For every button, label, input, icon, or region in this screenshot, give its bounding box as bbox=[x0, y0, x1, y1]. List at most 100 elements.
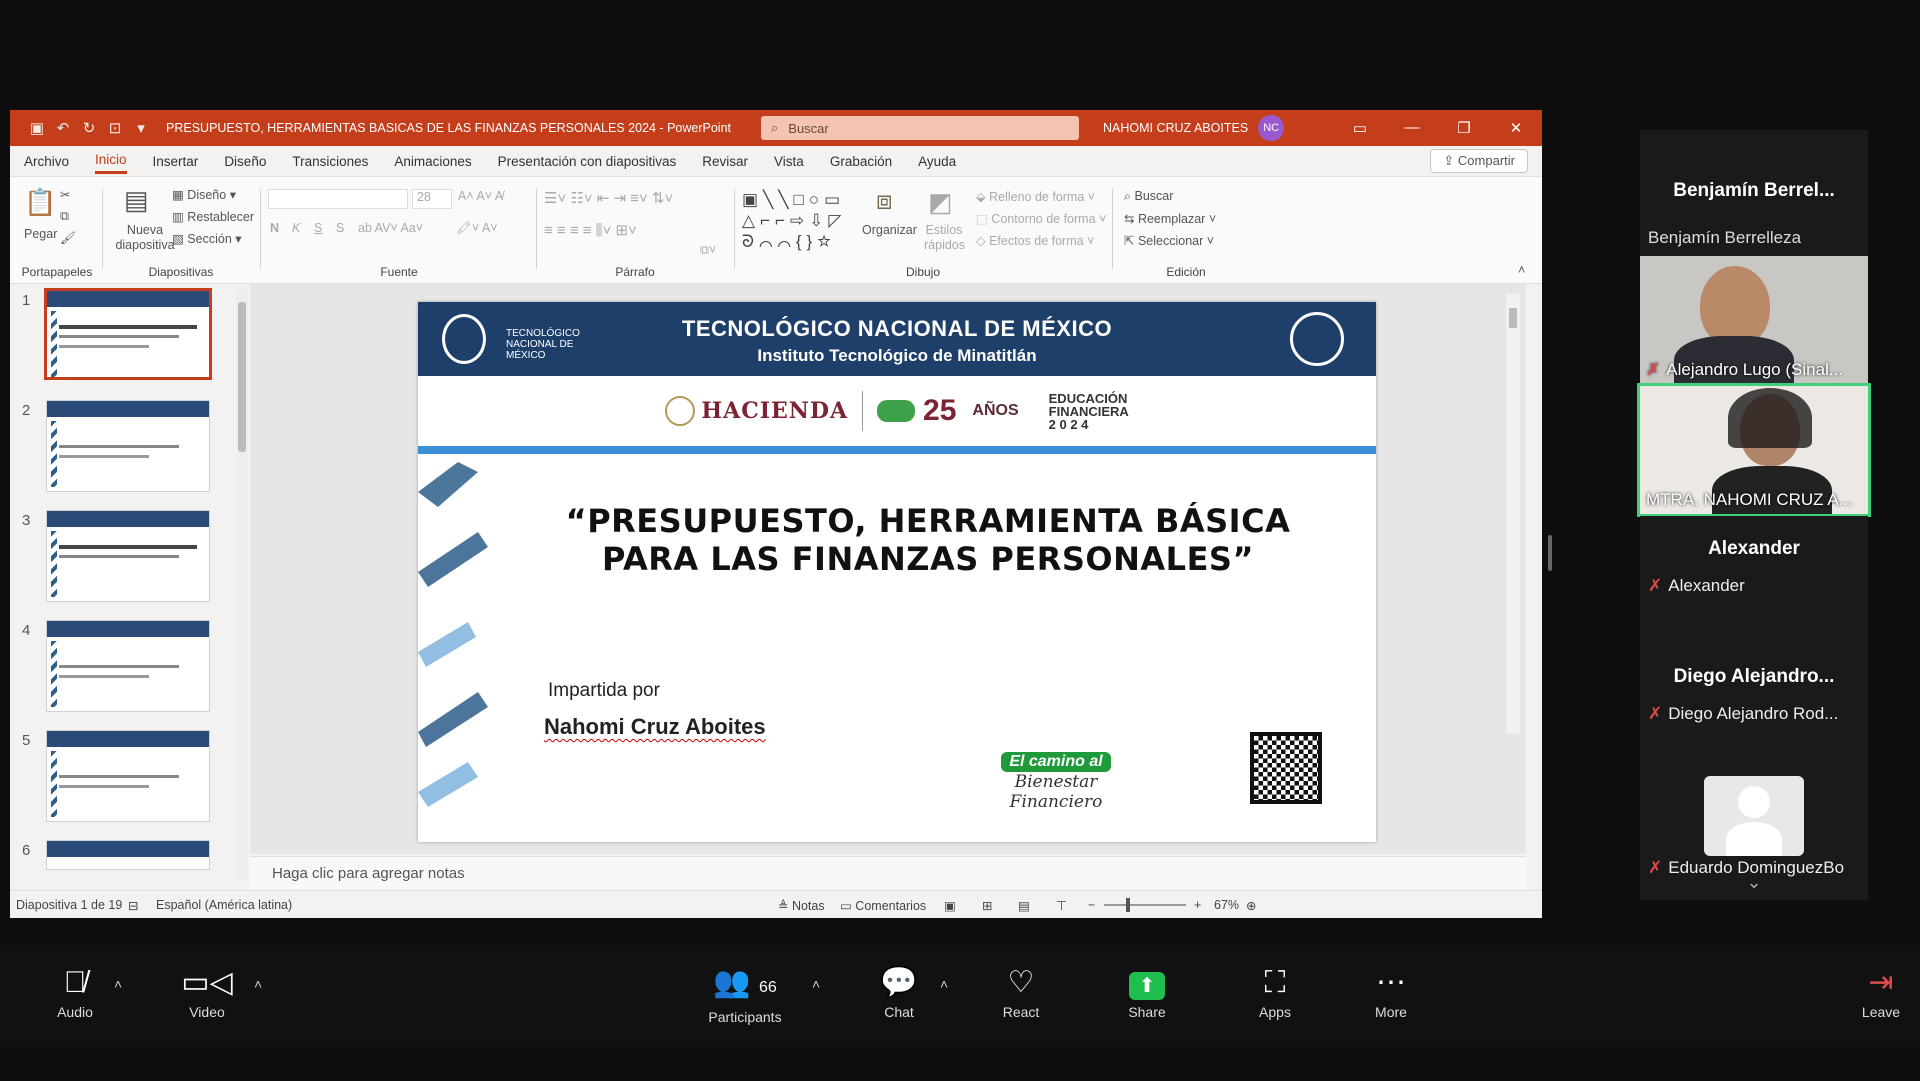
shapes-gallery[interactable]: ▣╲╲□○▭ △⌐⌐⇨⇩◸ ᘐ⌒⌒{}☆ bbox=[742, 189, 847, 252]
tab-archivo[interactable]: Archivo bbox=[24, 150, 69, 173]
tab-transiciones[interactable]: Transiciones bbox=[292, 150, 368, 173]
present-icon[interactable]: ⊡ bbox=[102, 119, 128, 137]
arrange-button[interactable]: Organizar bbox=[862, 223, 917, 237]
select-button[interactable]: ⇱ Seleccionar ˅ bbox=[1124, 233, 1214, 248]
participant-tile[interactable]: Alexander ✗ Alexander bbox=[1640, 516, 1868, 644]
reading-view-icon[interactable]: ▤ bbox=[1018, 898, 1030, 913]
tab-presentacion[interactable]: Presentación con diapositivas bbox=[498, 150, 677, 173]
participant-tile[interactable]: Diego Alejandro... ✗ Diego Alejandro Rod.… bbox=[1640, 644, 1868, 772]
normal-view-icon[interactable]: ▣ bbox=[944, 898, 956, 913]
avatar[interactable]: NC bbox=[1258, 115, 1285, 141]
search-box[interactable]: ⌕ Buscar bbox=[761, 116, 1079, 140]
notes-button[interactable]: ≜ Notas bbox=[778, 898, 825, 913]
participants-options-chevron-icon[interactable]: ˄ bbox=[812, 976, 820, 992]
participant-tile[interactable]: Benjamín Berrel... Benjamín Berrelleza bbox=[1640, 130, 1868, 258]
participant-video-active-speaker[interactable]: MTRA. NAHOMI CRUZ A... bbox=[1637, 383, 1871, 517]
participants-button[interactable]: 👥 66 Participants bbox=[690, 966, 800, 1025]
audio-options-chevron-icon[interactable]: ˄ bbox=[114, 976, 122, 992]
slide-thumbnail-6[interactable] bbox=[46, 840, 210, 870]
share-screen-button[interactable]: ⬆ Share bbox=[1112, 966, 1182, 1020]
slide-scrollbar[interactable] bbox=[1506, 294, 1520, 734]
share-button[interactable]: ⇪ Compartir bbox=[1430, 149, 1528, 173]
slide-thumbnail-1[interactable] bbox=[44, 288, 212, 380]
more-button[interactable]: ⋯ More bbox=[1356, 966, 1426, 1020]
highlight-color-icon[interactable]: 🖍˅ A˅ bbox=[456, 221, 498, 236]
scroll-down-chevron-icon[interactable]: ⌄ bbox=[1640, 872, 1868, 893]
tab-ayuda[interactable]: Ayuda bbox=[918, 150, 956, 173]
shadow-button[interactable]: S bbox=[336, 221, 344, 235]
slide-thumbnail-2[interactable] bbox=[46, 400, 210, 492]
paste-button[interactable]: Pegar bbox=[24, 227, 57, 241]
replace-button[interactable]: ⇆ Reemplazar ˅ bbox=[1124, 211, 1216, 226]
quick-styles-icon[interactable]: ◩ bbox=[928, 187, 953, 218]
slideshow-view-icon[interactable]: ⊤ bbox=[1056, 898, 1067, 913]
copy-icon[interactable]: ⧉ bbox=[60, 209, 69, 224]
zoom-slider[interactable] bbox=[1104, 904, 1186, 906]
find-button[interactable]: ⌕ Buscar bbox=[1124, 189, 1173, 204]
font-grow-icon[interactable]: A˄ A˅ A̸ bbox=[458, 189, 503, 203]
shape-fill-button[interactable]: ⬙ Relleno de forma ˅ bbox=[976, 189, 1095, 204]
tab-revisar[interactable]: Revisar bbox=[702, 150, 748, 173]
audio-button[interactable]: 🎙̸ Audio bbox=[40, 966, 110, 1020]
leave-button[interactable]: ⇥ Leave bbox=[1846, 966, 1916, 1020]
shape-outline-button[interactable]: ⬚ Contorno de forma ˅ bbox=[976, 211, 1106, 226]
section-button[interactable]: ▧ Sección ▾ bbox=[172, 231, 242, 246]
tab-insertar[interactable]: Insertar bbox=[153, 150, 199, 173]
slide-thumbnail-3[interactable] bbox=[46, 510, 210, 602]
thumbnails-scrollbar[interactable] bbox=[236, 288, 248, 880]
tab-grabacion[interactable]: Grabación bbox=[830, 150, 892, 173]
underline-button[interactable]: S bbox=[314, 221, 322, 235]
collapse-ribbon-icon[interactable]: ˄ bbox=[1518, 263, 1525, 277]
paste-icon[interactable]: 📋 bbox=[24, 187, 56, 218]
impartida-label[interactable]: Impartida por bbox=[548, 680, 660, 702]
fit-slide-icon[interactable]: ⊕ bbox=[1246, 898, 1256, 913]
slide-thumbnail-5[interactable] bbox=[46, 730, 210, 822]
chat-options-chevron-icon[interactable]: ˄ bbox=[940, 976, 948, 992]
list-icons[interactable]: ☰˅ ☷˅ ⇤ ⇥ ≡˅ ⇅˅ bbox=[544, 189, 673, 207]
zoom-out-icon[interactable]: − bbox=[1088, 898, 1095, 912]
apps-button[interactable]: ⛶ Apps bbox=[1240, 966, 1310, 1020]
spacing-icons[interactable]: ab AV˅ Aa˅ bbox=[358, 221, 423, 235]
minimize-icon[interactable]: — bbox=[1386, 119, 1438, 137]
reset-button[interactable]: ▥ Restablecer bbox=[172, 209, 254, 224]
chat-button[interactable]: 💬 Chat bbox=[864, 966, 934, 1020]
layout-button[interactable]: ▦ Diseño ▾ bbox=[172, 187, 236, 202]
tab-animaciones[interactable]: Animaciones bbox=[394, 150, 471, 173]
font-size-box[interactable]: 28 bbox=[412, 189, 452, 209]
italic-button[interactable]: K bbox=[292, 221, 300, 235]
react-button[interactable]: ♡ React bbox=[986, 966, 1056, 1020]
notes-pane[interactable]: Haga clic para agregar notas bbox=[250, 856, 1526, 890]
zoom-level[interactable]: 67% bbox=[1214, 898, 1239, 912]
quick-styles-button[interactable]: Estilos rápidos bbox=[924, 223, 965, 253]
format-painter-icon[interactable]: 🖌 bbox=[60, 231, 76, 246]
undo-icon[interactable]: ↶ bbox=[50, 119, 76, 137]
sorter-view-icon[interactable]: ⊞ bbox=[982, 898, 992, 913]
redo-icon[interactable]: ↻ bbox=[76, 119, 102, 137]
tab-vista[interactable]: Vista bbox=[774, 150, 804, 173]
bold-button[interactable]: N bbox=[270, 221, 279, 235]
zoom-slider-thumb[interactable] bbox=[1126, 898, 1130, 912]
close-icon[interactable]: ✕ bbox=[1490, 119, 1542, 137]
split-handle[interactable] bbox=[1548, 535, 1552, 571]
participant-video[interactable]: ✗ Alejandro Lugo (Sinal... bbox=[1640, 256, 1868, 384]
slide-title[interactable]: “PRESUPUESTO, HERRAMIENTA BÁSICA PARA LA… bbox=[478, 502, 1376, 578]
video-button[interactable]: ▭◁ Video bbox=[172, 966, 242, 1020]
tab-inicio[interactable]: Inicio bbox=[95, 148, 127, 174]
new-slide-icon[interactable]: ▤ bbox=[124, 185, 149, 216]
video-options-chevron-icon[interactable]: ˄ bbox=[254, 976, 262, 992]
smartart-icon[interactable]: ⧉˅ bbox=[700, 243, 716, 258]
new-slide-button[interactable]: Nueva diapositiva bbox=[110, 223, 180, 253]
scroll-thumb[interactable] bbox=[1509, 308, 1517, 328]
user-name[interactable]: NAHOMI CRUZ ABOITES bbox=[1103, 121, 1248, 135]
font-name-box[interactable] bbox=[268, 189, 408, 209]
save-icon[interactable]: ▣ bbox=[24, 119, 50, 137]
zoom-in-icon[interactable]: + bbox=[1194, 898, 1201, 912]
language-status[interactable]: Español (América latina) bbox=[156, 898, 292, 912]
align-icons[interactable]: ≡ ≡ ≡ ≡ ⫼˅ ⊞˅ bbox=[544, 221, 637, 239]
comments-button[interactable]: ▭ Comentarios bbox=[840, 898, 926, 913]
current-slide[interactable]: TECNOLÓGICO NACIONAL DE MÉXICO TECNOLÓGI… bbox=[418, 302, 1376, 842]
customize-qat-icon[interactable]: ▾ bbox=[128, 119, 154, 137]
ribbon-display-icon[interactable]: ▭ bbox=[1334, 119, 1386, 137]
restore-icon[interactable]: ❐ bbox=[1438, 119, 1490, 137]
slide-thumbnail-4[interactable] bbox=[46, 620, 210, 712]
